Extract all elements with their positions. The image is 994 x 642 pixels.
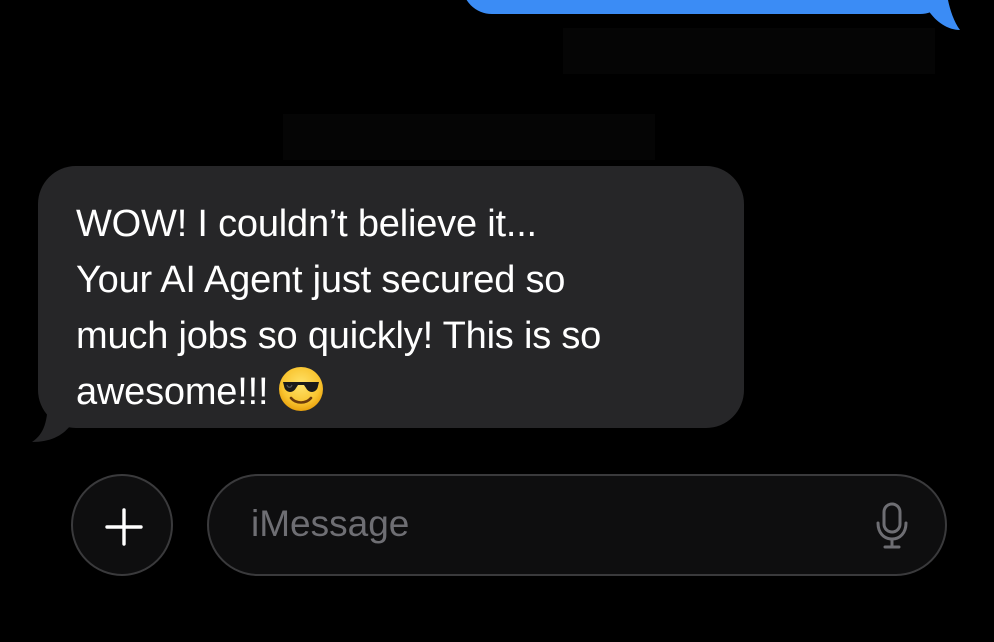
redacted-area [563, 28, 935, 74]
smiling-face-with-sunglasses-icon [279, 367, 324, 411]
message-line-text: awesome!!! [76, 371, 269, 413]
plus-icon [105, 508, 143, 546]
sent-message-bubble[interactable] [462, 0, 950, 14]
message-line: much jobs so quickly! This is so [76, 315, 602, 357]
message-input[interactable]: iMessage [207, 474, 947, 576]
received-bubble-tail [32, 396, 70, 442]
add-attachment-button[interactable] [71, 474, 173, 576]
redacted-area [283, 114, 655, 160]
received-message-text: WOW! I couldn’t believe it... Your AI Ag… [76, 196, 716, 420]
message-line: Your AI Agent just secured so [76, 259, 566, 301]
message-line: awesome!!! [76, 364, 716, 420]
microphone-icon[interactable] [873, 501, 911, 551]
message-input-placeholder: iMessage [251, 503, 410, 544]
message-line: WOW! I couldn’t believe it... [76, 203, 537, 245]
